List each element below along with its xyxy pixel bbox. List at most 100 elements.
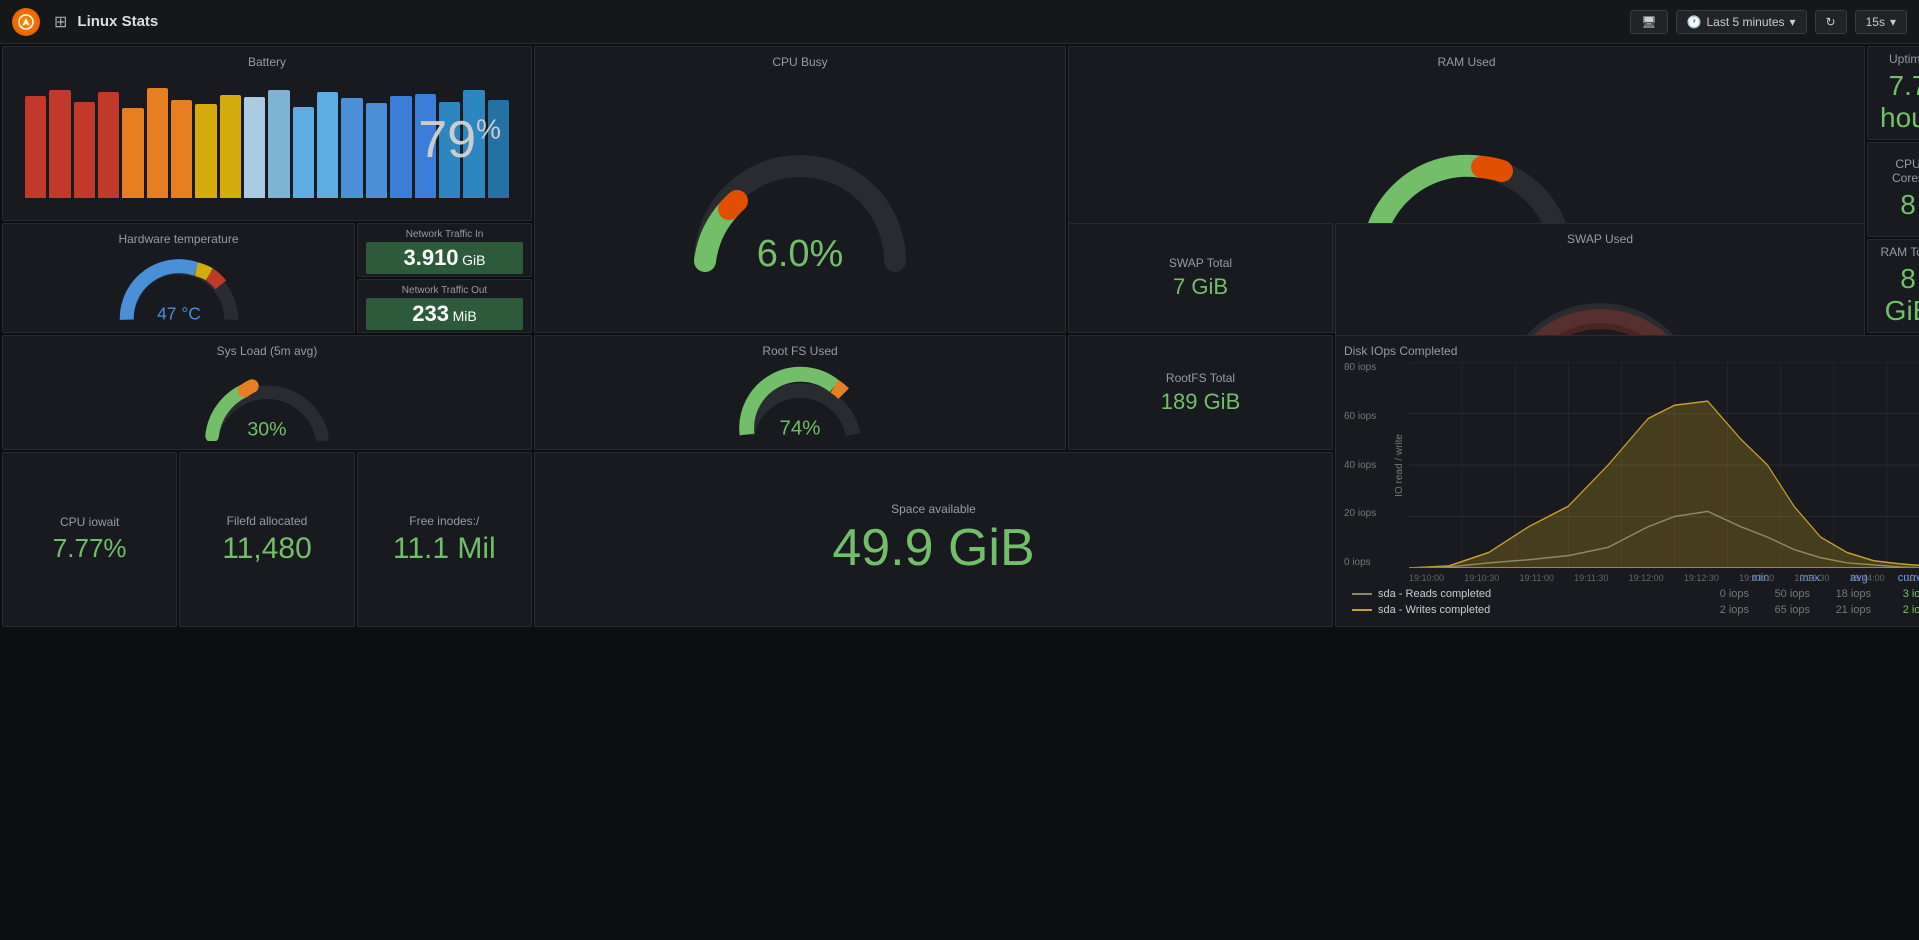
y-label-20: 20 iops [1344,508,1388,519]
network-out-title: Network Traffic Out [366,285,523,296]
refresh-rate-button[interactable]: 15s ▾ [1855,10,1907,34]
battery-bar [25,96,46,198]
swap-total-card: SWAP Total 7 GiB [1068,223,1333,333]
space-value: 49.9 GiB [832,520,1034,577]
filefd-card: Filefd allocated 11,480 [179,452,354,627]
topbar-controls: 🖥 🕐 Last 5 minutes ▾ ↻ 15s ▾ [1630,10,1907,34]
sysload-gauge: 30% [182,362,352,441]
x-label-0: 19:10:00 [1409,573,1444,583]
battery-bar [390,96,411,198]
display-button[interactable]: 🖥 [1630,10,1667,34]
battery-bar [98,92,119,198]
writes-min: 2 iops [1694,604,1749,616]
svg-text:47 °C: 47 °C [157,304,201,324]
disk-iops-title: Disk IOps Completed [1344,344,1919,358]
reads-current: 3 iops [1877,588,1919,600]
app-logo [12,8,40,36]
cpu-cores-value: 8 [1900,189,1916,221]
battery-value-display: 79% [418,110,501,170]
hw-temp-gauge: 47 °C [109,250,249,324]
x-label-3: 19:11:30 [1574,573,1608,583]
y-label-40: 40 iops [1344,460,1388,471]
battery-bar [268,90,289,198]
reads-max: 50 iops [1755,588,1810,600]
filefd-title: Filefd allocated [227,514,308,528]
network-in-title: Network Traffic In [366,229,523,240]
x-label-1: 19:10:30 [1464,573,1499,583]
rootfs-total-value: 189 GiB [1161,389,1241,415]
swap-total-title: SWAP Total [1169,256,1232,270]
battery-percentage: 79 [418,111,476,169]
x-label-8: 19:14:00 [1850,573,1885,583]
cpu-busy-gauge: 6.0% [685,121,915,276]
battery-bar [195,104,216,198]
cpu-cores-card: CPU Cores 8 [1867,142,1919,236]
battery-bar [220,95,241,198]
app-title: Linux Stats [77,13,158,30]
battery-bar [147,88,168,198]
battery-bar [293,107,314,198]
filefd-value: 11,480 [222,532,312,565]
battery-bar [74,102,95,198]
hw-network-row: Hardware temperature 47 °C Network Traff… [2,223,532,333]
x-label-7: 19:13:30 [1794,573,1829,583]
swap-total-value: 7 GiB [1173,274,1228,300]
ram-total-card: RAM Total 8 GiB [1867,239,1919,333]
x-label-5: 19:12:30 [1684,573,1719,583]
network-in-unit: GiB [462,252,485,268]
svg-text:6.0%: 6.0% [757,233,844,275]
battery-unit: % [476,113,501,144]
sysload-title: Sys Load (5m avg) [217,344,318,358]
bottom-left-row: CPU iowait 7.77% Filefd allocated 11,480… [2,452,532,627]
cpu-busy-card: CPU Busy 6.0% [534,46,1066,333]
cpu-iowait-value: 7.77% [53,533,127,564]
network-in-value: 3.910 [403,245,458,270]
clock-icon: 🕐 [1687,15,1702,29]
disk-iops-chart-area: 80 iops 60 iops 40 iops 20 iops 0 iops I… [1344,362,1919,568]
chevron-down-icon: ▾ [1790,15,1796,29]
rootfs-total-title: RootFS Total [1166,371,1235,385]
swap-used-title: SWAP Used [1567,232,1633,246]
writes-legend-label: sda - Writes completed [1378,604,1688,616]
sysload-card: Sys Load (5m avg) 30% [2,335,532,450]
uptime-card: Uptime 7.7 hour [1867,46,1919,140]
y-label-80: 80 iops [1344,362,1388,373]
legend-writes-row: sda - Writes completed 2 iops 65 iops 21… [1344,602,1919,618]
network-stack: Network Traffic In 3.910 GiB Network Tra… [357,223,532,333]
cpu-iowait-card: CPU iowait 7.77% [2,452,177,627]
battery-bar [122,108,143,198]
rootfs-title: Root FS Used [762,344,837,358]
cpu-cores-title: CPU Cores [1880,157,1919,185]
network-out-card: Network Traffic Out 233 MiB [357,279,532,333]
space-card: Space available 49.9 GiB [534,452,1333,627]
battery-bar [171,100,192,198]
hw-temp-title: Hardware temperature [118,232,238,246]
free-inodes-card: Free inodes:/ 11.1 Mil [357,452,532,627]
chart-svg-wrap: 19:10:00 19:10:30 19:11:00 19:11:30 19:1… [1409,362,1919,568]
network-out-unit: MiB [453,308,477,324]
x-label-2: 19:11:00 [1520,573,1554,583]
grid-icon: ⊞ [54,12,67,32]
battery-card: Battery 79% [2,46,532,221]
reads-legend-label: sda - Reads completed [1378,588,1688,600]
right-stats-col: Uptime 7.7 hour CPU Cores 8 RAM Total 8 … [1867,46,1919,333]
free-inodes-title: Free inodes:/ [409,514,479,528]
time-range-button[interactable]: 🕐 Last 5 minutes ▾ [1676,10,1807,34]
free-inodes-value: 11.1 Mil [393,532,496,565]
hw-temp-card: Hardware temperature 47 °C [2,223,355,333]
y-label-0: 0 iops [1344,557,1388,568]
reads-legend-line [1352,593,1372,595]
topbar: ⊞ Linux Stats 🖥 🕐 Last 5 minutes ▾ ↻ 15s… [0,0,1919,44]
ram-total-title: RAM Total [1880,245,1919,259]
time-range-label: Last 5 minutes [1706,15,1784,29]
x-label-6: 19:13:00 [1739,573,1774,583]
reads-avg: 18 iops [1816,588,1871,600]
cpu-iowait-title: CPU iowait [60,515,119,529]
refresh-button[interactable]: ↻ [1815,10,1847,34]
y-axis-labels: 80 iops 60 iops 40 iops 20 iops 0 iops [1344,362,1394,568]
x-axis-labels: 19:10:00 19:10:30 19:11:00 19:11:30 19:1… [1409,571,1919,583]
network-in-value-box: 3.910 GiB [366,242,523,274]
writes-legend-line [1352,609,1372,611]
rootfs-total-card: RootFS Total 189 GiB [1068,335,1333,450]
battery-bar [366,103,387,198]
